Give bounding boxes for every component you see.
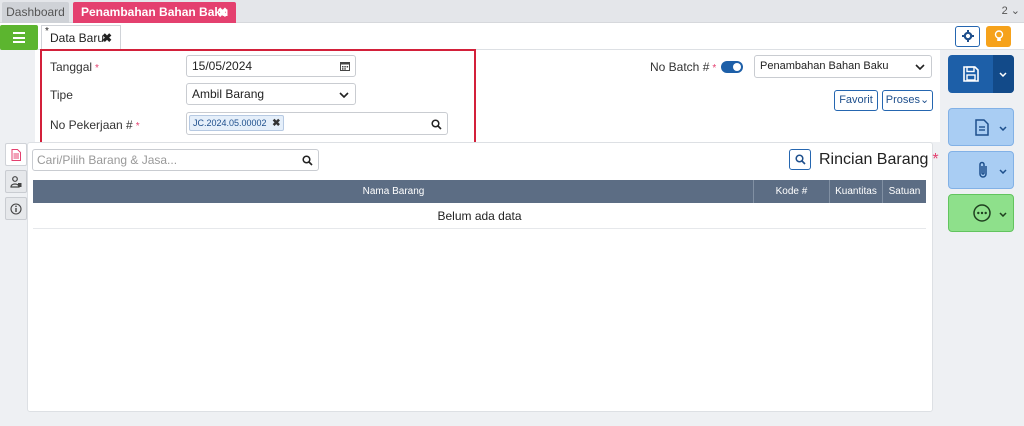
chevron-down-icon xyxy=(999,72,1007,77)
tab-info[interactable] xyxy=(5,197,27,220)
more-icon xyxy=(973,204,991,222)
tips-button[interactable] xyxy=(986,26,1011,47)
favorit-button[interactable]: Favorit xyxy=(834,90,878,111)
batch-select-value: Penambahan Bahan Baku xyxy=(760,60,889,72)
chevron-down-icon xyxy=(999,169,1007,174)
close-tab-icon[interactable]: ✖ xyxy=(217,2,228,23)
col-kode[interactable]: Kode # xyxy=(753,180,829,203)
menu-button[interactable] xyxy=(0,25,38,50)
tab-label: Penambahan Bahan Baku xyxy=(81,5,229,19)
tab-penambahan-bahan-baku[interactable]: Penambahan Bahan Baku ✖ xyxy=(73,2,236,23)
batch-toggle[interactable] xyxy=(721,61,743,73)
batch-select[interactable]: Penambahan Bahan Baku xyxy=(754,55,932,78)
save-icon xyxy=(963,66,979,82)
document-icon xyxy=(975,119,989,136)
tab-count-dropdown[interactable]: 2 ⌄ xyxy=(1002,4,1020,17)
tab-dashboard[interactable]: Dashboard xyxy=(2,2,69,23)
item-lookup-button[interactable] xyxy=(789,149,811,170)
items-title: Rincian Barang * xyxy=(819,151,939,168)
chevron-down-icon xyxy=(999,212,1007,217)
user-icon xyxy=(10,176,22,188)
settings-button[interactable] xyxy=(955,26,980,47)
chevron-down-icon xyxy=(999,126,1007,131)
save-button[interactable] xyxy=(948,55,1014,93)
tab-user[interactable] xyxy=(5,170,27,193)
document-button[interactable] xyxy=(948,108,1014,146)
search-icon[interactable] xyxy=(302,155,313,166)
paperclip-icon xyxy=(979,161,987,178)
list-icon xyxy=(13,32,25,43)
sub-toolbar xyxy=(0,23,1024,50)
search-icon xyxy=(795,154,806,165)
chevron-down-icon xyxy=(915,64,925,70)
proses-button[interactable]: Proses⌄ xyxy=(882,90,933,111)
col-satuan[interactable]: Satuan xyxy=(882,180,926,203)
unsaved-marker: * xyxy=(45,26,49,37)
col-kuantitas[interactable]: Kuantitas xyxy=(829,180,882,203)
lightbulb-icon xyxy=(994,30,1003,41)
items-table-header: Nama Barang Kode # Kuantitas Satuan xyxy=(33,180,926,203)
subtab-label: Data Baru xyxy=(50,31,105,45)
subtab-data-baru[interactable]: * Data Baru ✖ xyxy=(41,25,121,50)
empty-state: Belum ada data xyxy=(33,203,926,229)
document-icon xyxy=(11,149,21,161)
close-subtab-icon[interactable]: ✖ xyxy=(102,26,112,50)
item-search-input[interactable]: Cari/Pilih Barang & Jasa... xyxy=(32,149,319,171)
tab-detail[interactable] xyxy=(5,143,27,166)
attachment-button[interactable] xyxy=(948,151,1014,189)
gear-icon xyxy=(961,30,974,42)
highlight-box xyxy=(40,49,476,151)
item-search-placeholder: Cari/Pilih Barang & Jasa... xyxy=(37,153,178,167)
info-icon xyxy=(10,203,22,215)
save-dropdown-toggle[interactable] xyxy=(993,55,1014,93)
batch-label: No Batch # * xyxy=(650,60,717,74)
col-nama-barang[interactable]: Nama Barang xyxy=(33,180,754,203)
more-button[interactable] xyxy=(948,194,1014,232)
